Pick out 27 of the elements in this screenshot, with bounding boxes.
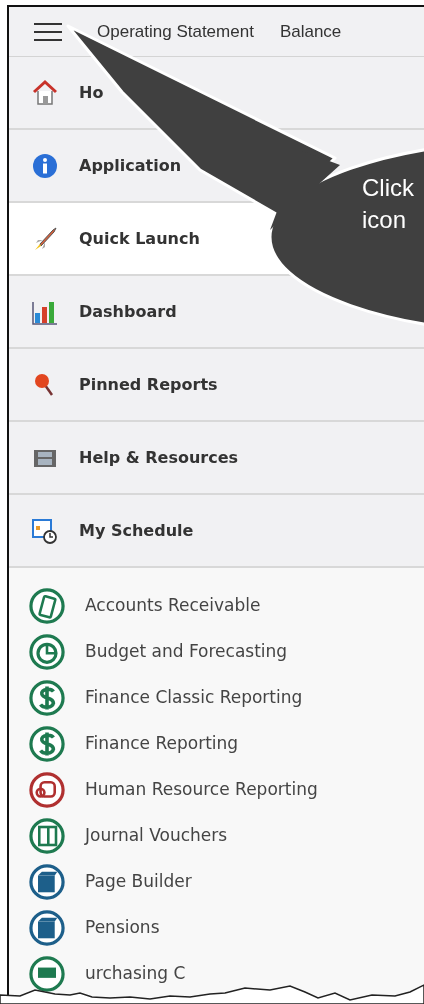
tab[interactable]: Balance <box>279 18 342 45</box>
app-link[interactable]: Budget and Forecasting <box>85 639 288 665</box>
info-icon <box>31 151 59 180</box>
nav-label: Quick Launch <box>79 227 200 250</box>
calendar-clock-icon <box>31 516 59 545</box>
callout-text: Click <box>362 173 414 203</box>
app-link[interactable]: Journal Vouchers <box>85 823 228 849</box>
nav-item[interactable]: Pinned Reports <box>9 349 424 422</box>
app-link[interactable]: Human Resource Reporting <box>85 777 318 803</box>
app-link[interactable]: urchasing C <box>85 961 186 987</box>
nav-label: Application <box>79 154 182 177</box>
nav-label: Pinned Reports <box>79 373 218 396</box>
nav-item[interactable]: My Schedule <box>9 495 424 568</box>
house-icon <box>31 78 59 107</box>
app-link[interactable]: Page Builder <box>85 869 192 895</box>
nav-item[interactable]: Help & Resources <box>9 422 424 495</box>
tab[interactable]: Operating Statement <box>97 18 254 45</box>
nav-label: Help & Resources <box>79 446 239 469</box>
nav-label: Dashboard <box>79 300 177 323</box>
nav-label: Ho <box>79 81 104 104</box>
nav-label: My Schedule <box>79 519 194 542</box>
app-link[interactable]: Accounts Receivable <box>85 593 261 619</box>
callout-text: icon <box>362 205 407 235</box>
app-link[interactable]: Finance Reporting <box>85 731 239 757</box>
app-link[interactable]: Finance Classic Reporting <box>85 685 303 711</box>
app-link[interactable]: Pensions <box>85 915 160 941</box>
menu-icon[interactable] <box>33 21 63 42</box>
